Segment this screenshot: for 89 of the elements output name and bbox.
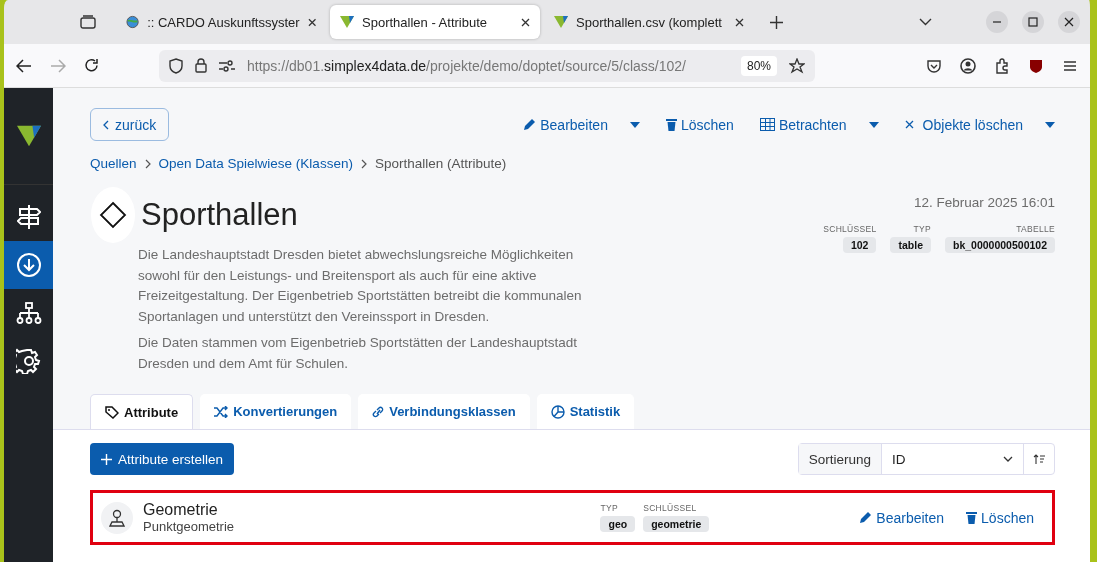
table-icon xyxy=(759,118,775,131)
browser-tab[interactable]: :: CARDO Auskunftssyster xyxy=(116,5,326,39)
reload-icon xyxy=(84,58,99,73)
shield-icon xyxy=(169,57,183,74)
tag-icon xyxy=(105,405,119,419)
extensions-icon xyxy=(994,57,1010,74)
browser-tab[interactable]: Sporthallen.csv (komplett xyxy=(544,5,754,39)
address-bar[interactable]: https://db01.simplex4data.de/projekte/demo/doptet/source/5/class/102/ 80% xyxy=(159,49,815,82)
meta-value: 102 xyxy=(842,237,877,253)
date-text: 12. Februar 2025 16:01 xyxy=(913,195,1055,210)
caret-icon xyxy=(868,121,879,128)
action-button[interactable]: Löschen xyxy=(966,509,1034,526)
back-arrow-icon xyxy=(16,58,32,73)
globe-icon xyxy=(126,15,140,29)
action-button[interactable]: Bearbeiten xyxy=(859,509,945,526)
meta-label: SCHLÜSSEL xyxy=(823,224,877,234)
permissions-icon xyxy=(219,59,235,72)
chevron-down-icon xyxy=(919,18,932,26)
link-icon xyxy=(372,405,385,418)
meta-value: geo xyxy=(600,516,636,532)
tab-list-icon xyxy=(80,15,96,29)
chevron-right-icon xyxy=(144,158,151,169)
zoom-level[interactable]: 80% xyxy=(740,55,777,76)
breadcrumb-link[interactable]: Quellen xyxy=(90,156,137,171)
maximize-icon xyxy=(1022,11,1044,33)
close-icon xyxy=(1058,11,1080,33)
browser-tab[interactable]: Sporthallen - Attribute xyxy=(330,5,540,39)
shield-extension-icon xyxy=(1028,57,1044,74)
signpost-icon xyxy=(16,204,41,230)
forward-arrow-icon xyxy=(50,58,66,73)
chevron-down-icon xyxy=(1003,456,1013,462)
logo-icon xyxy=(554,15,568,29)
breadcrumb-link[interactable]: Open Data Spielwiese (Klassen) xyxy=(158,156,353,171)
pencil-icon xyxy=(859,511,873,524)
description-text: Die Landeshauptstadt Dresden bietet abwechslungsreiche Möglichkeiten sowohl für den Leistungs- und Breitensport als auch für eine aktive Freizeitgestaltung. Der Eigenbetrieb Sportstätten betreibt die kommunalen Sportanlagen und unterstützt den Vereinssport in Dresden. xyxy=(138,246,583,326)
action-button[interactable]: Betrachten xyxy=(759,116,847,133)
pocket-icon xyxy=(926,57,942,74)
trash-icon xyxy=(665,118,677,131)
tab[interactable]: Konvertierungen xyxy=(200,394,352,429)
logo-icon xyxy=(340,15,354,29)
meta-label: TYP xyxy=(913,224,931,234)
action-button[interactable]: Bearbeiten xyxy=(523,116,608,133)
plus-icon xyxy=(101,453,112,465)
meta-value: table xyxy=(890,237,931,253)
action-button[interactable]: Löschen xyxy=(665,116,734,133)
close-icon xyxy=(904,120,914,129)
settings-icon xyxy=(15,348,42,374)
caret-icon xyxy=(1045,121,1055,128)
star-icon xyxy=(789,57,805,74)
meta-label: SCHLÜSSEL xyxy=(643,503,697,513)
sort-icon xyxy=(1033,453,1045,465)
chevron-left-icon xyxy=(103,119,109,130)
trash-icon xyxy=(966,511,978,524)
close-icon xyxy=(521,17,530,27)
page-title: Sporthallen xyxy=(141,197,298,233)
sidebar-item[interactable] xyxy=(4,241,53,289)
chevron-right-icon xyxy=(360,158,367,169)
map-pin-icon xyxy=(109,508,125,527)
new-tab-icon xyxy=(770,15,783,29)
attribute-name: Geometrie xyxy=(143,501,219,519)
pie-chart-icon xyxy=(550,404,565,419)
caret-icon xyxy=(629,121,640,128)
meta-label: TABELLE xyxy=(1016,224,1055,234)
tab[interactable]: Statistik xyxy=(536,394,635,429)
sort-select[interactable]: ID xyxy=(882,444,1024,474)
create-button[interactable]: Attribute erstellen xyxy=(90,443,235,475)
breadcrumb-current: Sporthallen (Attribute) xyxy=(374,156,507,171)
meta-label: TYP xyxy=(600,503,618,513)
account-icon xyxy=(960,57,976,74)
download-icon xyxy=(15,252,42,278)
action-button[interactable]: Objekte löschen xyxy=(904,116,1023,133)
back-button[interactable]: zurück xyxy=(90,108,170,141)
tab[interactable]: Attribute xyxy=(90,394,194,429)
sitemap-icon xyxy=(15,302,42,324)
description-text: Die Daten stammen vom Eigenbetrieb Sportstätten der Landeshauptstadt Dresden und dem Amt für Schulen. xyxy=(138,334,578,373)
sort-label: Sortierung xyxy=(798,444,882,474)
lock-icon xyxy=(195,58,207,73)
meta-value: bk_0000000500102 xyxy=(945,237,1055,253)
close-icon xyxy=(307,17,316,27)
diamond-icon xyxy=(99,201,127,229)
tab[interactable]: Verbindungsklassen xyxy=(358,394,530,429)
url-text: https://db01.simplex4data.de/projekte/demo/doptet/source/5/class/102/ xyxy=(247,57,687,74)
close-icon xyxy=(735,17,744,27)
minimize-icon xyxy=(986,11,1008,33)
pencil-icon xyxy=(523,118,537,131)
logo-icon xyxy=(16,124,41,148)
meta-value: geometrie xyxy=(643,516,710,532)
attribute-type: Punktgeometrie xyxy=(143,519,235,534)
shuffle-icon xyxy=(214,405,229,418)
